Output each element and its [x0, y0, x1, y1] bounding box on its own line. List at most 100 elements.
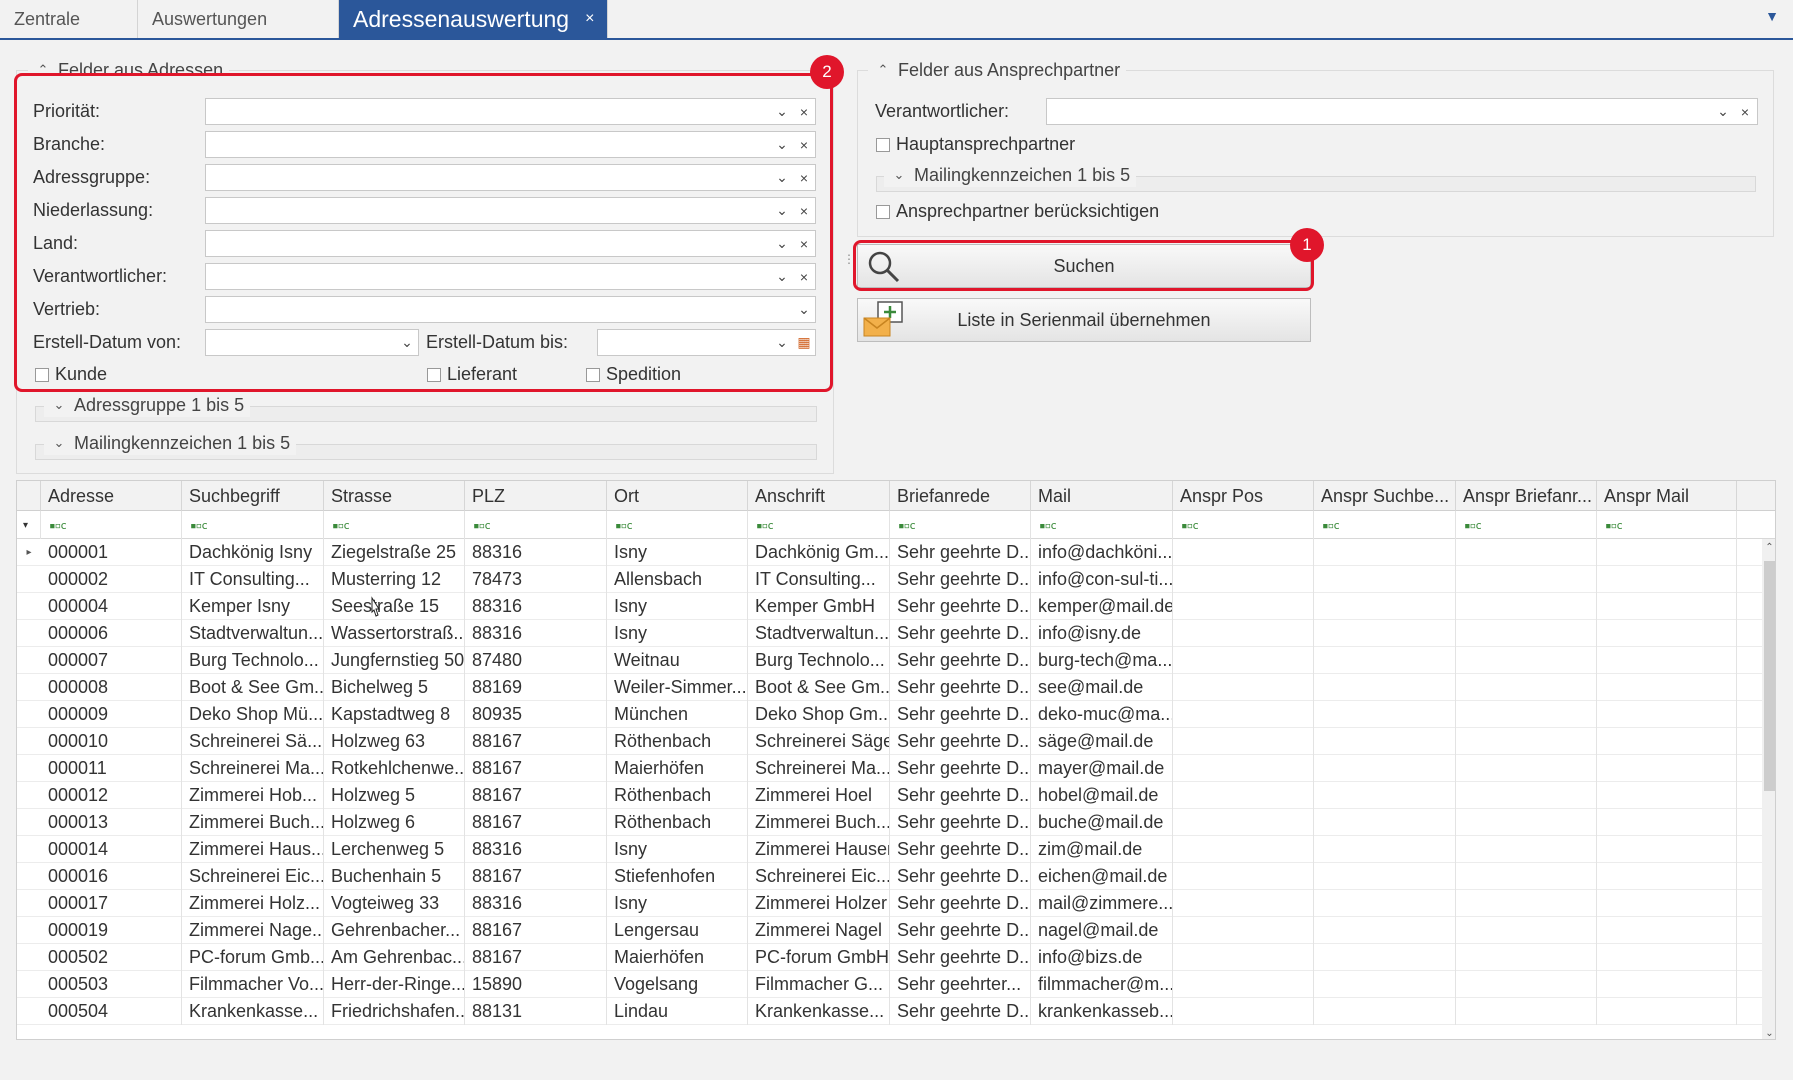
table-row[interactable]: 000502 PC-forum Gmb... Am Gehrenbac... 8816…: [17, 944, 1762, 971]
column-header[interactable]: Briefanrede: [890, 481, 1031, 511]
table-cell: 000004: [41, 593, 182, 620]
column-header[interactable]: Suchbegriff: [182, 481, 324, 511]
table-row[interactable]: 000002 IT Consulting... Musterring 12 78473…: [17, 566, 1762, 593]
hauptansprech-checkbox[interactable]: Hauptansprechpartner: [876, 134, 1075, 155]
table-row[interactable]: 000017 Zimmerei Holz... Vogteiweg 33 88316 I…: [17, 890, 1762, 917]
filter-cell[interactable]: ▪▫c: [41, 511, 182, 539]
table-cell: [1173, 890, 1314, 917]
tab-auswertungen[interactable]: Auswertungen: [138, 0, 339, 38]
table-row[interactable]: 000009 Deko Shop Mü... Kapstadtweg 8 80935 M…: [17, 701, 1762, 728]
table-cell: Ziegelstraße 25: [324, 539, 465, 566]
table-cell: Deko Shop Gm...: [748, 701, 890, 728]
ansprech-group-header[interactable]: ⌃ Felder aus Ansprechpartner: [868, 58, 1127, 82]
row-indicator: [17, 836, 41, 863]
scrollbar-thumb[interactable]: [1764, 561, 1775, 791]
table-cell: [1314, 566, 1456, 593]
column-header[interactable]: Ort: [607, 481, 748, 511]
table-cell: [1173, 539, 1314, 566]
checkbox-box[interactable]: [876, 137, 890, 152]
table-cell: [1314, 890, 1456, 917]
table-cell: [1456, 863, 1597, 890]
table-row[interactable]: 000504 Krankenkasse... Friedrichshafen... 8…: [17, 998, 1762, 1025]
column-header[interactable]: Adresse: [41, 481, 182, 511]
column-header[interactable]: Anspr Pos: [1173, 481, 1314, 511]
table-cell: [1597, 917, 1737, 944]
serienmail-button[interactable]: Liste in Serienmail übernehmen: [857, 298, 1311, 342]
table-cell: filmmacher@m...: [1031, 971, 1173, 998]
vertical-scrollbar[interactable]: ⌃ ⌄: [1762, 539, 1775, 1039]
splitter-grip-icon[interactable]: ⋮: [843, 253, 855, 276]
filter-cell[interactable]: ▪▫c: [324, 511, 465, 539]
table-row[interactable]: ▸ 000001 Dachkönig Isny Ziegelstraße 25 8831…: [17, 539, 1762, 566]
table-cell: 88167: [465, 809, 607, 836]
table-cell: 88316: [465, 890, 607, 917]
table-cell: Zimmerei Nagel: [748, 917, 890, 944]
table-cell: Lindau: [607, 998, 748, 1025]
table-cell: 000012: [41, 782, 182, 809]
ansprech-mailing-subgroup-header[interactable]: ⌄ Mailingkennzeichen 1 bis 5: [884, 163, 1137, 187]
filter-cell[interactable]: ▪▫c: [1314, 511, 1456, 539]
column-header[interactable]: Mail: [1031, 481, 1173, 511]
column-header[interactable]: Anspr Briefanr...: [1456, 481, 1597, 511]
close-icon[interactable]: ×: [585, 10, 594, 28]
table-cell: [1314, 647, 1456, 674]
scroll-down-icon[interactable]: ⌄: [1762, 1025, 1775, 1039]
filter-cell[interactable]: ▪▫c: [1031, 511, 1173, 539]
column-header[interactable]: Anspr Mail: [1597, 481, 1737, 511]
filter-cell[interactable]: ▪▫c: [1597, 511, 1737, 539]
table-cell: Sehr geehrte D...: [890, 998, 1031, 1025]
table-row[interactable]: 000012 Zimmerei Hob... Holzweg 5 88167 Röthe…: [17, 782, 1762, 809]
filter-cell[interactable]: ▪▫c: [182, 511, 324, 539]
table-row[interactable]: 000503 Filmmacher Vo... Herr-der-Ringe... 1…: [17, 971, 1762, 998]
clear-icon[interactable]: ×: [1735, 101, 1755, 122]
table-cell: [1173, 836, 1314, 863]
filter-cell[interactable]: ▪▫c: [748, 511, 890, 539]
table-row[interactable]: 000007 Burg Technolo... Jungfernstieg 50 87…: [17, 647, 1762, 674]
table-cell: [1456, 809, 1597, 836]
filter-cell[interactable]: ▪▫c: [1173, 511, 1314, 539]
table-cell: Röthenbach: [607, 809, 748, 836]
table-row[interactable]: 000016 Schreinerei Eic... Buchenhain 5 8816…: [17, 863, 1762, 890]
subgroup-title: Mailingkennzeichen 1 bis 5: [914, 164, 1131, 185]
grid-header-row: Adresse Suchbegriff Strasse PLZ Ort Anschrift…: [17, 481, 1775, 511]
filter-icon: ▪▫c: [1322, 518, 1340, 532]
ansprech-verantwortlicher-combo[interactable]: ⌄ ×: [1046, 98, 1758, 125]
table-row[interactable]: 000006 Stadtverwaltun... Wassertorstraß...…: [17, 620, 1762, 647]
table-cell: 000014: [41, 836, 182, 863]
results-grid: Adresse Suchbegriff Strasse PLZ Ort Anschrift…: [16, 480, 1776, 1040]
filter-row-icon: ▾: [17, 511, 41, 539]
table-cell: zim@mail.de: [1031, 836, 1173, 863]
table-row[interactable]: 000013 Zimmerei Buch... Holzweg 6 88167 Röth…: [17, 809, 1762, 836]
table-cell: [1173, 647, 1314, 674]
checkbox-box[interactable]: [876, 204, 890, 219]
table-row[interactable]: 000014 Zimmerei Haus... Lerchenweg 5 88316 I…: [17, 836, 1762, 863]
column-header[interactable]: Anschrift: [748, 481, 890, 511]
table-row[interactable]: 000010 Schreinerei Sä... Holzweg 63 88167 Rö…: [17, 728, 1762, 755]
table-cell: [1456, 755, 1597, 782]
table-row[interactable]: 000008 Boot & See Gm... Bichelweg 5 88169 We…: [17, 674, 1762, 701]
table-cell: [1173, 782, 1314, 809]
filter-cell[interactable]: ▪▫c: [890, 511, 1031, 539]
table-cell: [1597, 890, 1737, 917]
filter-cell[interactable]: ▪▫c: [465, 511, 607, 539]
table-cell: nagel@mail.de: [1031, 917, 1173, 944]
table-row[interactable]: 000011 Schreinerei Ma... Rotkehlchenwe... 8…: [17, 755, 1762, 782]
filter-icon: ▪▫c: [1605, 518, 1623, 532]
scroll-up-icon[interactable]: ⌃: [1762, 539, 1775, 555]
mailing-subgroup-header[interactable]: ⌄ Mailingkennzeichen 1 bis 5: [44, 431, 297, 455]
table-cell: PC-forum GmbH: [748, 944, 890, 971]
table-cell: Weitnau: [607, 647, 748, 674]
chevron-down-icon[interactable]: ⌄: [1713, 101, 1733, 122]
filter-cell[interactable]: ▪▫c: [607, 511, 748, 539]
table-row[interactable]: 000019 Zimmerei Nage... Gehrenbacher... 881…: [17, 917, 1762, 944]
chevron-down-icon[interactable]: ▼: [1765, 8, 1779, 24]
filter-cell[interactable]: ▪▫c: [1456, 511, 1597, 539]
column-header[interactable]: Strasse: [324, 481, 465, 511]
table-row[interactable]: 000004 Kemper Isny Seestraße 15 88316 Isny Ke…: [17, 593, 1762, 620]
tab-zentrale[interactable]: Zentrale: [0, 0, 138, 38]
column-header[interactable]: Anspr Suchbe...: [1314, 481, 1456, 511]
adressgruppe-subgroup-header[interactable]: ⌄ Adressgruppe 1 bis 5: [44, 393, 251, 417]
column-header[interactable]: PLZ: [465, 481, 607, 511]
beruecksichtigen-checkbox[interactable]: Ansprechpartner berücksichtigen: [876, 201, 1159, 222]
tab-adressenauswertung[interactable]: Adressenauswertung ×: [339, 0, 608, 38]
